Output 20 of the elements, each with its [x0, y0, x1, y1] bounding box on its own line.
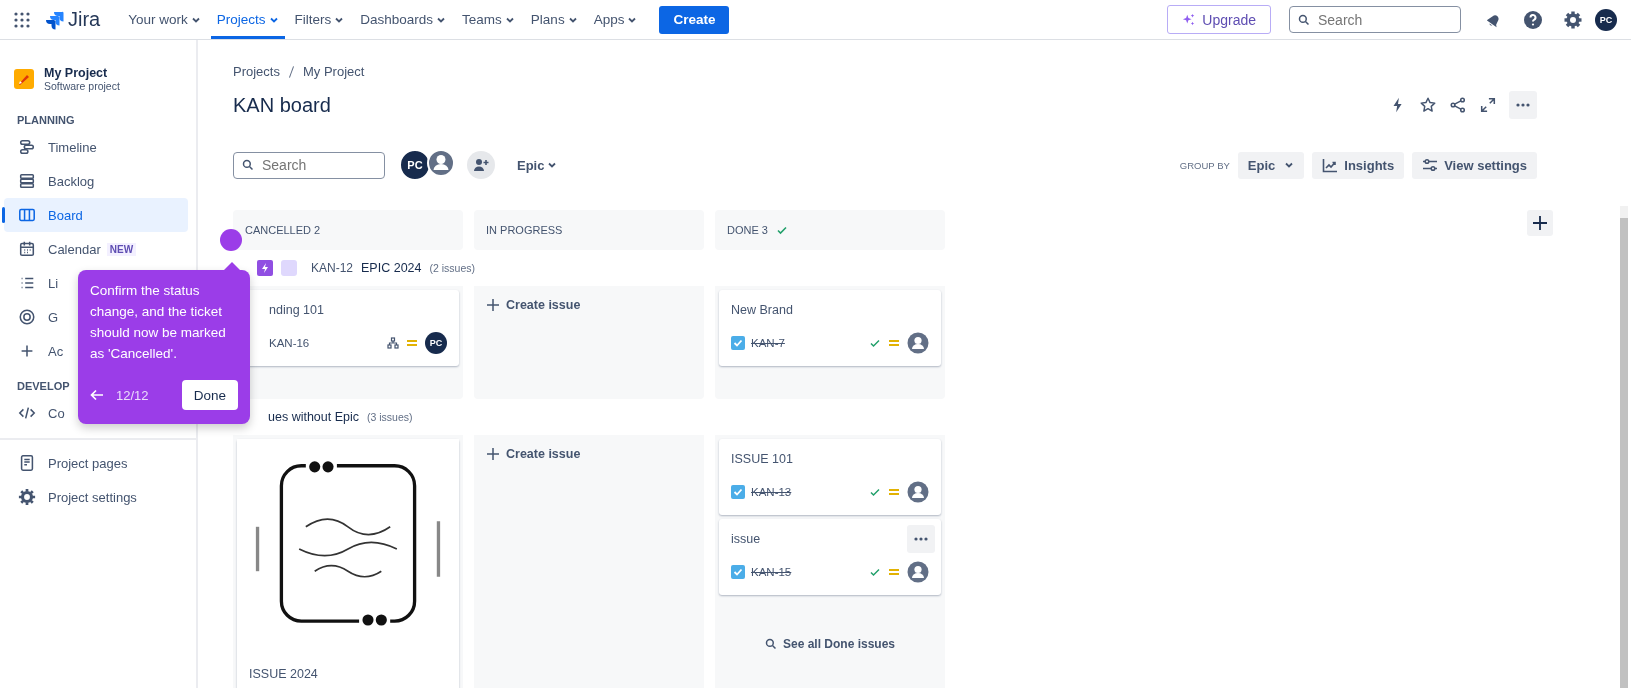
board-title: KAN board — [233, 93, 332, 117]
card-title: ISSUE 101 — [731, 452, 794, 466]
section-heading: DEVELOP — [17, 380, 70, 392]
tooltip-text: Confirm the status change, and the ticket should now be marked as 'Cancelled'. — [90, 282, 227, 363]
issue-count: (3 issues) — [367, 411, 413, 423]
issue-count: (2 issues) — [429, 262, 475, 274]
column-header: CANCELLED 2 — [233, 210, 463, 250]
lane-title: EPIC 2024 — [361, 261, 422, 275]
project-type: Software project — [44, 80, 120, 92]
new-badge: NEW — [106, 242, 137, 256]
section-heading: PLANNING — [17, 114, 75, 126]
group-by-label: GROUP BY — [1179, 159, 1230, 171]
card-title: ISSUE 2024 — [248, 667, 319, 681]
column-header: IN PROGRESS — [474, 210, 704, 250]
lane-title: ues without Epic — [268, 410, 360, 424]
card-title: nding 101 — [269, 303, 325, 317]
card-title: issue — [731, 532, 762, 546]
card-title: New Brand — [731, 303, 794, 317]
step-counter: 12/12 — [116, 387, 149, 403]
column-header: DONE 3 — [715, 210, 945, 250]
